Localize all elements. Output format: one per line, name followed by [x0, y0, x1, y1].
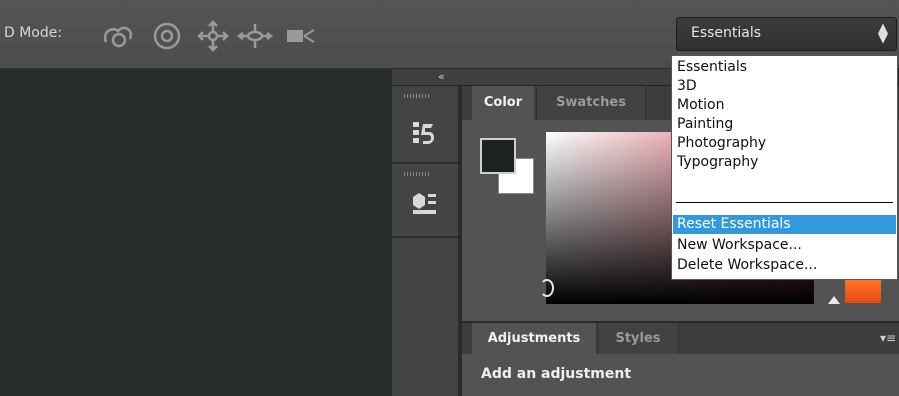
menu-item-painting[interactable]: Painting	[677, 115, 733, 133]
tab-swatches[interactable]: Swatches	[536, 86, 646, 120]
3d-panel-icon[interactable]	[410, 188, 440, 218]
dock-divider	[392, 236, 458, 238]
3d-mode-label: D Mode:	[4, 25, 63, 41]
dock-grip[interactable]	[404, 94, 430, 98]
menu-item-new-workspace[interactable]: New Workspace...	[677, 236, 802, 254]
menu-item-photography[interactable]: Photography	[677, 134, 766, 152]
roll-3d-icon[interactable]	[148, 20, 186, 52]
scale-3d-icon[interactable]	[282, 20, 320, 52]
workspace-selector[interactable]: Essentials ▲ ▼	[676, 17, 897, 51]
menu-item-delete-workspace[interactable]: Delete Workspace...	[677, 256, 817, 274]
menu-item-essentials[interactable]: Essentials	[677, 58, 747, 76]
tab-color[interactable]: Color	[472, 86, 534, 120]
dock-divider	[392, 162, 458, 164]
collapse-panels-icon[interactable]: «	[438, 70, 445, 83]
icon-dock	[392, 86, 459, 396]
ramp-pointer-icon[interactable]	[828, 296, 840, 304]
spectrum-cursor[interactable]	[540, 279, 554, 297]
menu-item-reset-essentials[interactable]: Reset Essentials	[677, 215, 791, 233]
rotate-3d-icon[interactable]	[100, 20, 138, 52]
document-canvas[interactable]	[0, 69, 392, 396]
tab-adjustments[interactable]: Adjustments	[472, 323, 596, 354]
menu-item-typography[interactable]: Typography	[677, 153, 758, 171]
workspace-selected-value: Essentials	[691, 25, 762, 41]
panel-menu-icon[interactable]: ▾≡	[880, 331, 896, 345]
menu-separator	[676, 202, 893, 203]
tab-styles[interactable]: Styles	[597, 323, 679, 354]
updown-arrows-icon: ▲ ▼	[878, 21, 888, 46]
drag-3d-icon[interactable]	[194, 20, 232, 52]
color-ramp-swatch[interactable]	[845, 277, 881, 303]
history-icon[interactable]	[410, 118, 440, 148]
menu-item-motion[interactable]: Motion	[677, 96, 724, 114]
slide-3d-icon[interactable]	[236, 20, 274, 52]
menu-item-3d[interactable]: 3D	[677, 77, 697, 95]
workspace-dropdown-menu: Essentials 3D Motion Painting Photograph…	[671, 55, 898, 280]
adjustments-heading: Add an adjustment	[481, 366, 632, 382]
foreground-color-swatch[interactable]	[480, 138, 516, 174]
dock-grip[interactable]	[404, 172, 430, 176]
